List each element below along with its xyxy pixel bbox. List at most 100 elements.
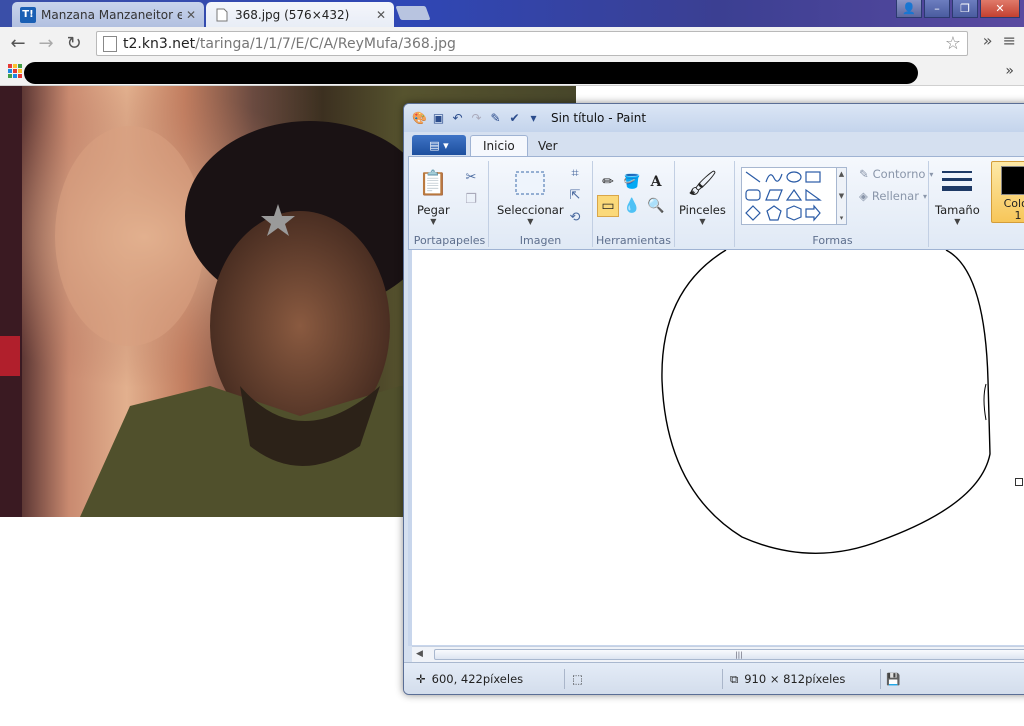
hamburger-menu-icon[interactable]: ≡ (1003, 31, 1016, 50)
save-icon[interactable]: ▣ (431, 111, 446, 126)
group-image: Seleccionar ▼ ⌗ ⇱ ⟲ Imagen (489, 161, 593, 247)
magnifier-icon[interactable]: 🔍 (645, 195, 667, 217)
url-path: /taringa/1/1/7/E/C/A/ReyMufa/368.jpg (195, 35, 456, 52)
size-button[interactable]: Tamaño ▼ (935, 167, 980, 226)
user-icon[interactable]: 👤 (896, 0, 922, 18)
group-shapes: ▲ ▼ ▾ ✎ Contorno ▾ ◈ Rellenar ▾ Formas (737, 161, 933, 247)
quick-access-toolbar: 🎨 ▣ ↶ ↷ ✎ ✔ ▾ (412, 111, 541, 126)
selection-icon (514, 167, 546, 199)
forward-arrow-icon[interactable]: → (32, 29, 60, 57)
drawn-circle (661, 249, 991, 554)
paint-app-icon[interactable]: 🎨 (412, 111, 427, 126)
tab-close-icon[interactable]: ✕ (186, 8, 196, 22)
horizontal-scrollbar[interactable]: ◀ ||| (412, 646, 1024, 662)
scroll-left-icon[interactable]: ◀ (416, 649, 423, 659)
address-bar[interactable]: t2.kn3.net/taringa/1/1/7/E/C/A/ReyMufa/3… (96, 31, 968, 56)
tab-manzana[interactable]: T! Manzana Manzaneitor en ✕ (12, 2, 204, 27)
rotate-icon[interactable]: ⟲ (567, 209, 583, 225)
color1-button[interactable]: Color1 (991, 161, 1024, 223)
brushes-label: Pinceles (679, 203, 726, 217)
taringa-favicon: T! (20, 6, 36, 23)
eraser-icon[interactable]: ▭ (597, 195, 619, 217)
image-size: ⧉ 910 × 812píxeles (730, 671, 845, 687)
fill-label: Rellenar (871, 189, 919, 203)
ribbon-tabs: ▤ ▾ Inicio Ver (404, 132, 1024, 156)
group-label: Formas (812, 234, 853, 247)
crosshair-icon: ✛ (416, 672, 426, 686)
cursor-position: ✛ 600, 422píxeles (416, 671, 523, 687)
customize-dropdown-icon[interactable]: ▾ (526, 111, 541, 126)
eyedropper-icon[interactable]: ✎ (488, 111, 503, 126)
file-menu-button[interactable]: ▤ ▾ (412, 135, 466, 155)
cursor-position-text: 600, 422píxeles (431, 672, 524, 686)
star-icon[interactable]: ☆ (945, 33, 961, 54)
group-label: Imagen (519, 234, 562, 247)
tab-close-icon[interactable]: ✕ (376, 8, 386, 22)
browser-tabstrip: T! Manzana Manzaneitor en ✕ 368.jpg (576… (0, 0, 1024, 27)
paste-button[interactable]: 📋 Pegar ▼ (417, 167, 450, 226)
minimize-button[interactable]: – (924, 0, 950, 18)
pencil-icon[interactable]: ✏ (597, 171, 619, 193)
browser-toolbar: ← → ↻ t2.kn3.net/taringa/1/1/7/E/C/A/Rey… (0, 27, 1024, 59)
desktop: T! Manzana Manzaneitor en ✕ 368.jpg (576… (0, 0, 1024, 726)
shapes-gallery[interactable] (741, 167, 837, 225)
extensions-overflow-icon[interactable]: » (983, 31, 993, 50)
tab-368-jpg[interactable]: 368.jpg (576×432) ✕ (206, 2, 394, 27)
cut-icon[interactable]: ✂ (463, 169, 479, 185)
shapes-scrollbar[interactable]: ▲ ▼ ▾ (837, 167, 847, 225)
resize-icon[interactable]: ⇱ (567, 187, 583, 203)
canvas-resize-handle[interactable] (1015, 478, 1023, 486)
select-label: Seleccionar (497, 203, 564, 217)
back-arrow-icon[interactable]: ← (4, 29, 32, 57)
ribbon: 📋 Pegar ▼ ✂ ❐ Portapapeles Seleccionar ▼… (408, 156, 1024, 250)
bookmarks-overflow-icon[interactable]: » (1005, 63, 1014, 79)
bookmarks-bar: » (0, 59, 1024, 86)
fill-icon: ◈ (859, 189, 868, 203)
tool-grid: ✏ 🪣 A ▭ 💧 🔍 (597, 171, 667, 217)
canvas-area (408, 249, 1024, 646)
brush-icon: 🖌 (687, 169, 718, 197)
color1-label-line2: 1 (1014, 209, 1022, 222)
chevron-down-icon: ▼ (954, 217, 961, 226)
drawing-canvas[interactable] (412, 249, 1024, 645)
brushes-button[interactable]: 🖌 Pinceles ▼ (679, 167, 726, 226)
outline-icon: ✎ (859, 167, 869, 181)
outline-label: Contorno (872, 167, 926, 181)
color-picker-icon[interactable]: 💧 (621, 195, 643, 217)
tab-inicio[interactable]: Inicio (470, 135, 528, 156)
color1-swatch (1001, 166, 1024, 195)
tab-ver[interactable]: Ver (526, 135, 570, 156)
paint-titlebar: 🎨 ▣ ↶ ↷ ✎ ✔ ▾ Sin título - Paint (404, 104, 1024, 132)
line-width-icon (941, 167, 973, 199)
close-window-button[interactable]: ✕ (980, 0, 1020, 18)
redo-icon[interactable]: ↷ (469, 111, 484, 126)
paint-window-title: Sin título - Paint (551, 111, 647, 125)
selection-size-icon: ⬚ (572, 672, 583, 686)
scrollbar-thumb[interactable]: ||| (434, 649, 1024, 660)
copy-icon[interactable]: ❐ (463, 191, 479, 207)
group-brushes: 🖌 Pinceles ▼ (675, 161, 735, 247)
group-size: Tamaño ▼ (931, 161, 985, 247)
crop-icon[interactable]: ⌗ (567, 165, 583, 181)
reload-icon[interactable]: ↻ (60, 29, 88, 57)
fill-bucket-icon[interactable]: 🪣 (621, 171, 643, 193)
window-controls: 👤 – ❐ ✕ (896, 0, 1020, 18)
selection-size: ⬚ (572, 671, 583, 687)
new-tab-button[interactable] (395, 6, 431, 20)
group-label: Portapapeles (413, 234, 486, 247)
outline-button[interactable]: ✎ Contorno ▾ (859, 167, 933, 181)
redacted-bookmarks (24, 62, 918, 84)
restore-button[interactable]: ❐ (952, 0, 978, 18)
apps-icon[interactable] (8, 64, 22, 78)
group-tools: ✏ 🪣 A ▭ 💧 🔍 Herramientas (593, 161, 675, 247)
image-size-icon: ⧉ (730, 671, 739, 686)
fill-button[interactable]: ◈ Rellenar ▾ (859, 189, 927, 203)
check-icon[interactable]: ✔ (507, 111, 522, 126)
select-button[interactable]: Seleccionar ▼ (497, 167, 564, 226)
text-icon[interactable]: A (645, 171, 667, 193)
clipboard-icon: 📋 (418, 169, 449, 197)
paste-label: Pegar (417, 203, 450, 217)
image-size-text: 910 × 812píxeles (744, 672, 846, 686)
undo-icon[interactable]: ↶ (450, 111, 465, 126)
address-url: t2.kn3.net/taringa/1/1/7/E/C/A/ReyMufa/3… (123, 36, 456, 52)
